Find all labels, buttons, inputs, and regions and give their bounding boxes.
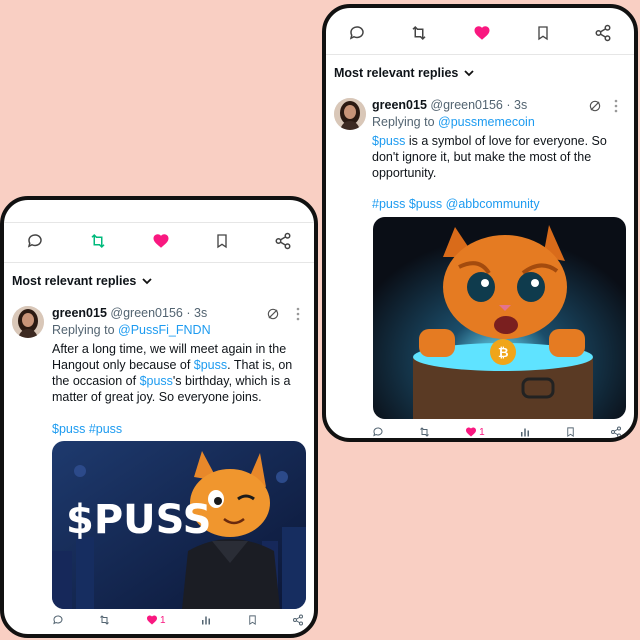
divider bbox=[4, 262, 314, 263]
avatar[interactable] bbox=[12, 306, 44, 338]
share-icon[interactable] bbox=[292, 614, 304, 626]
separator: · bbox=[186, 306, 191, 320]
sort-label: Most relevant replies bbox=[12, 274, 137, 288]
divider bbox=[326, 54, 634, 55]
like-count: 1 bbox=[479, 426, 485, 438]
grok-icon[interactable] bbox=[588, 99, 602, 113]
divider bbox=[4, 222, 314, 223]
views-icon[interactable] bbox=[519, 426, 531, 438]
replying-prefix: Replying to bbox=[372, 115, 435, 129]
tweet-header: green015 @green0156 · 3s bbox=[52, 306, 207, 320]
like-stat[interactable]: 1 bbox=[465, 426, 485, 438]
hashtags[interactable]: #puss $puss @abbcommunity bbox=[372, 197, 540, 211]
bookmark-icon[interactable] bbox=[214, 232, 230, 250]
banner-text: $PUSS bbox=[66, 497, 212, 543]
right-post-card: Most relevant replies green015 @green015… bbox=[322, 4, 638, 442]
user-handle[interactable]: @green0156 bbox=[430, 98, 502, 112]
cashtag-link[interactable]: $puss bbox=[372, 134, 405, 148]
user-name[interactable]: green015 bbox=[52, 306, 107, 320]
sort-dropdown[interactable]: Most relevant replies bbox=[334, 66, 474, 80]
grok-icon[interactable] bbox=[266, 307, 280, 321]
chevron-down-icon bbox=[464, 69, 474, 77]
like-count: 1 bbox=[159, 614, 166, 626]
share-icon[interactable] bbox=[274, 232, 292, 250]
action-bar bbox=[326, 24, 634, 42]
tweet-text: $puss is a symbol of love for everyone. … bbox=[372, 133, 622, 181]
timestamp: 3s bbox=[514, 98, 528, 112]
retweet-stat[interactable] bbox=[98, 614, 111, 626]
cat-treasure-image[interactable]: ₿ bbox=[373, 217, 626, 419]
replying-prefix: Replying to bbox=[52, 323, 115, 337]
user-name[interactable]: green015 bbox=[372, 98, 427, 112]
share-icon[interactable] bbox=[610, 426, 622, 438]
retweet-stat[interactable] bbox=[418, 426, 431, 438]
more-icon[interactable] bbox=[296, 307, 300, 321]
chevron-down-icon bbox=[142, 277, 152, 285]
reply-stat[interactable] bbox=[52, 614, 64, 626]
sort-label: Most relevant replies bbox=[334, 66, 459, 80]
reply-stat[interactable] bbox=[372, 426, 384, 438]
bookmark-icon[interactable] bbox=[565, 426, 576, 438]
tweet-text-body: is a symbol of love for everyone. So don… bbox=[372, 134, 607, 180]
like-stat[interactable]: 1 bbox=[146, 614, 166, 626]
avatar[interactable] bbox=[334, 98, 366, 130]
left-post-card: Most relevant replies green015 @green015… bbox=[0, 196, 318, 638]
cashtag-link[interactable]: $puss bbox=[140, 374, 173, 388]
puss-banner-image[interactable]: $PUSS bbox=[52, 441, 306, 609]
bookmark-icon[interactable] bbox=[247, 614, 258, 626]
user-handle[interactable]: @green0156 bbox=[110, 306, 182, 320]
separator: · bbox=[506, 98, 511, 112]
tweet-text: After a long time, we will meet again in… bbox=[52, 341, 302, 405]
share-icon[interactable] bbox=[594, 24, 612, 42]
tweet-header: green015 @green0156 · 3s bbox=[372, 98, 527, 112]
sort-dropdown[interactable]: Most relevant replies bbox=[12, 274, 152, 288]
action-bar bbox=[4, 232, 314, 250]
retweet-icon[interactable] bbox=[88, 232, 108, 250]
views-icon[interactable] bbox=[200, 614, 212, 626]
replying-to: Replying to @pussmemecoin bbox=[372, 115, 535, 129]
cashtag-link[interactable]: $puss bbox=[194, 358, 227, 372]
tweet-stats: 1 bbox=[372, 426, 622, 438]
heart-icon[interactable] bbox=[473, 24, 491, 42]
timestamp: 3s bbox=[194, 306, 208, 320]
reply-icon[interactable] bbox=[348, 24, 366, 42]
more-icon[interactable] bbox=[614, 99, 618, 113]
svg-text:₿: ₿ bbox=[498, 345, 509, 360]
replying-handle-link[interactable]: @pussmemecoin bbox=[438, 115, 535, 129]
replying-handle-link[interactable]: @PussFi_FNDN bbox=[118, 323, 211, 337]
heart-icon[interactable] bbox=[152, 232, 170, 250]
retweet-icon[interactable] bbox=[409, 24, 429, 42]
replying-to: Replying to @PussFi_FNDN bbox=[52, 323, 211, 337]
tweet-stats: 1 bbox=[52, 614, 304, 626]
hashtags[interactable]: $puss #puss bbox=[52, 422, 122, 436]
bookmark-icon[interactable] bbox=[535, 24, 551, 42]
reply-icon[interactable] bbox=[26, 232, 44, 250]
